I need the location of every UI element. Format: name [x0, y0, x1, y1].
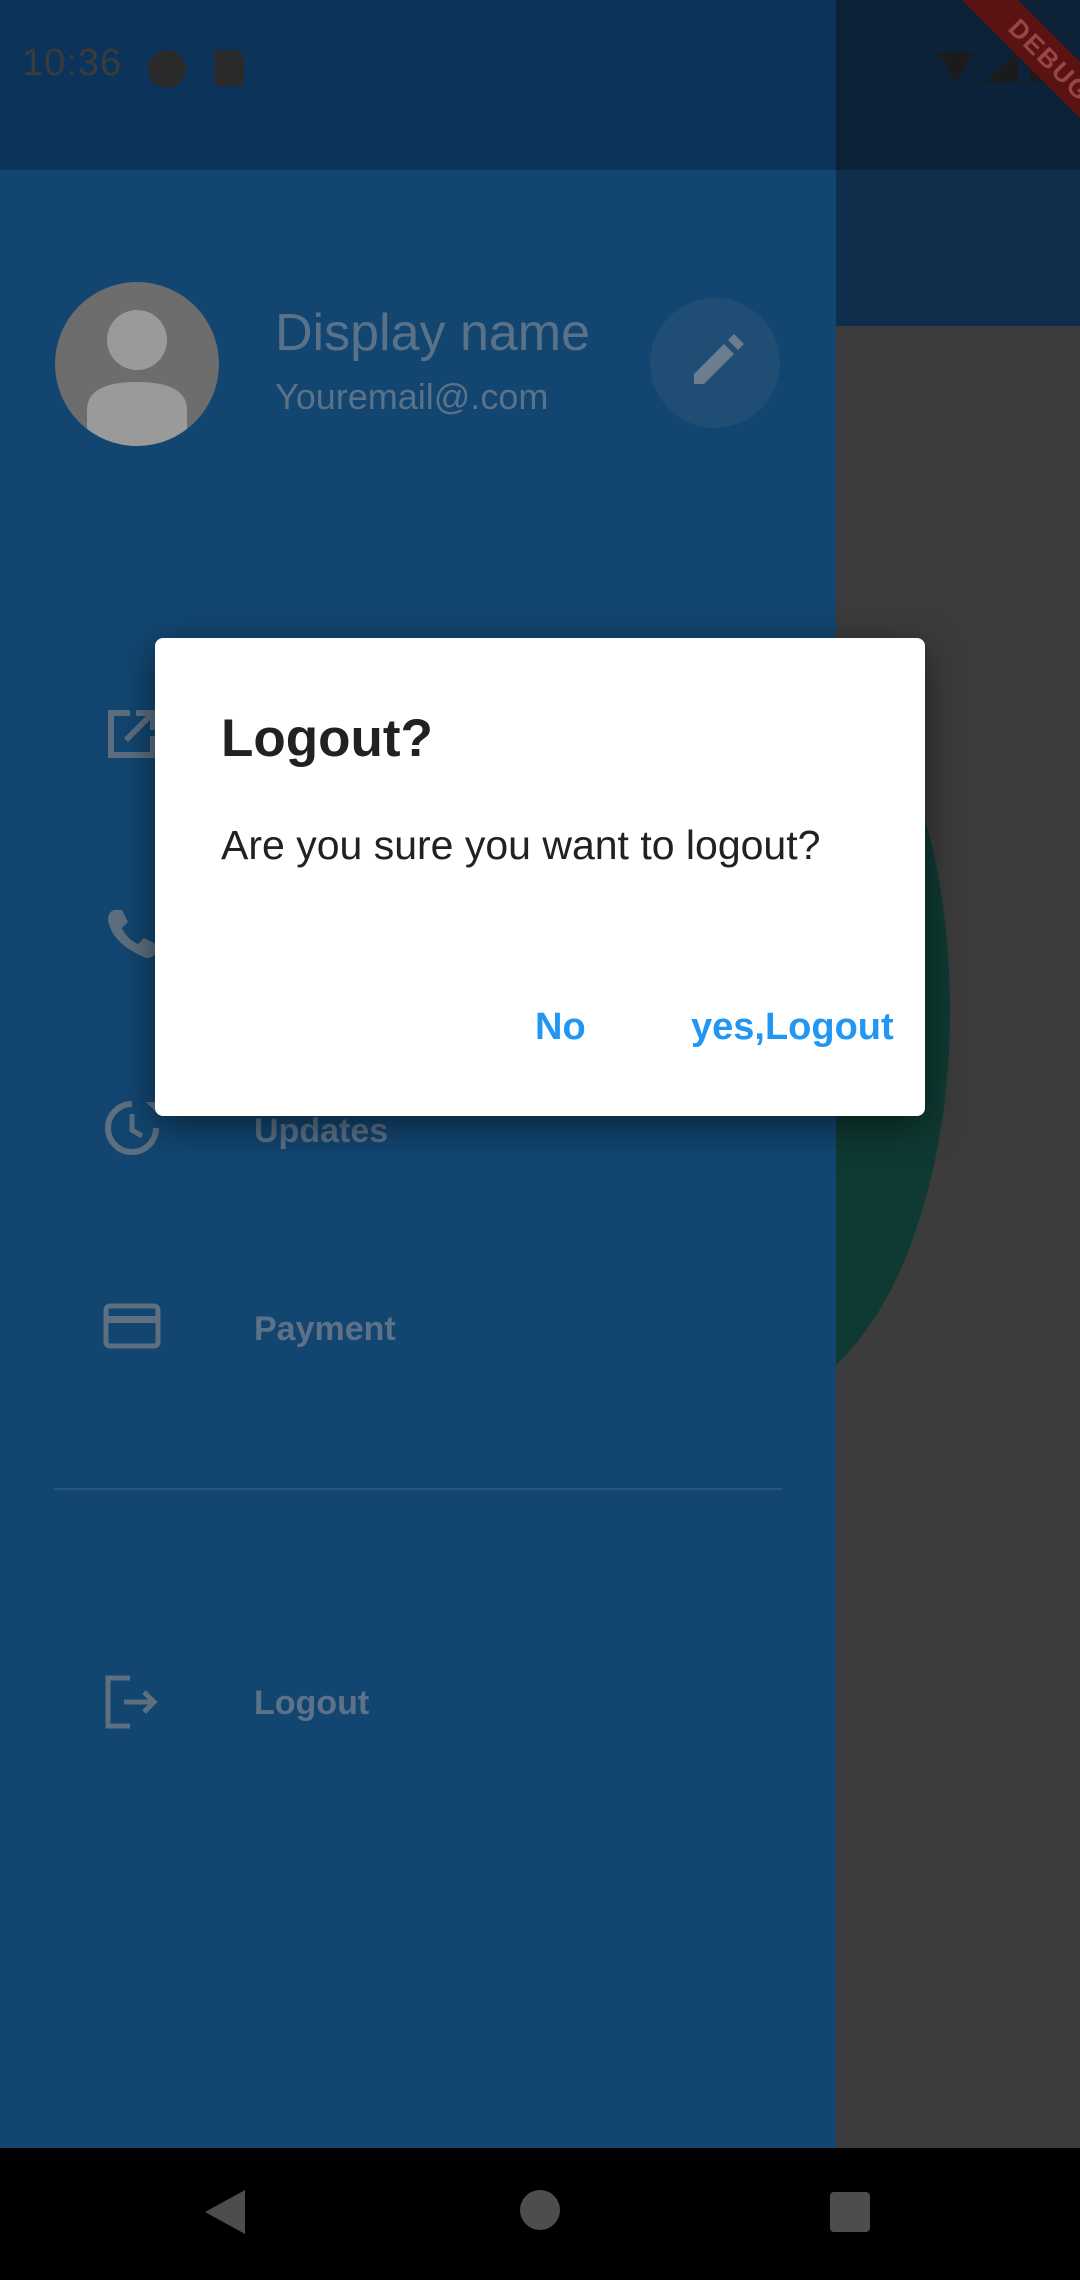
- dialog-message: Are you sure you want to logout?: [221, 822, 821, 868]
- recents-icon[interactable]: [830, 2192, 870, 2232]
- back-icon[interactable]: [205, 2190, 245, 2234]
- no-button[interactable]: No: [535, 1006, 586, 1049]
- logout-dialog: Logout? Are you sure you want to logout?…: [155, 638, 925, 1116]
- dialog-title: Logout?: [221, 709, 433, 768]
- confirm-logout-button[interactable]: yes,Logout: [691, 1006, 894, 1049]
- home-icon[interactable]: [520, 2190, 560, 2230]
